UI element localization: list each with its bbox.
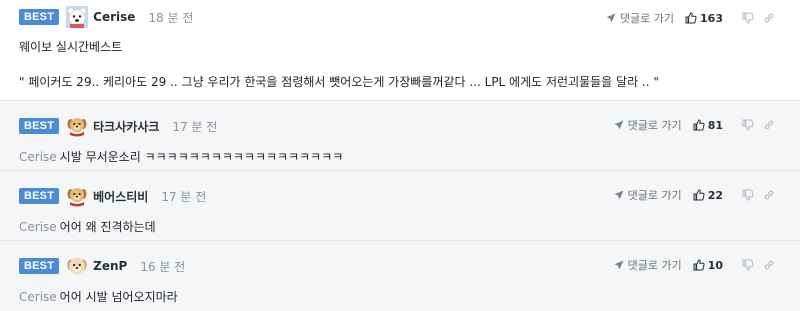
puppy-scarf-avatar[interactable] [66, 115, 88, 137]
comment-time: 16 분 전 [140, 259, 186, 274]
like-count: 163 [700, 11, 723, 25]
like-count: 81 [707, 118, 723, 132]
send-arrow-icon [606, 13, 616, 23]
best-badge: BEST [19, 9, 60, 25]
comment-text: 웨이보 실시간베스트 [19, 40, 123, 54]
dislike-button[interactable] [742, 119, 754, 131]
comment-author[interactable]: 타크사카사크 [93, 118, 159, 135]
reply-item: BEST ZenP 16 분 전 댓글로 가기 10 Cerise 어어 시발 … [0, 241, 800, 311]
puppy-avatar[interactable] [66, 255, 88, 277]
share-link-button[interactable] [763, 259, 775, 271]
reply-link-label: 댓글로 가기 [627, 119, 682, 132]
comment-actions: 댓글로 가기 163 [606, 8, 775, 28]
reply-link[interactable]: 댓글로 가기 [614, 117, 682, 133]
comment-actions: 댓글로 가기 22 [614, 185, 775, 205]
thumbs-down-icon [742, 189, 754, 201]
best-badge: BEST [19, 188, 60, 204]
mention-tag[interactable]: Cerise [19, 150, 57, 164]
best-badge: BEST [19, 118, 60, 134]
comment-time: 17 분 전 [172, 119, 218, 134]
link-icon [764, 260, 774, 270]
thumbs-up-icon [685, 12, 697, 24]
like-button[interactable]: 163 [685, 12, 723, 25]
comment-text-content: 시발 무서운소리 ㅋㅋㅋㅋㅋㅋㅋㅋㅋㅋㅋㅋㅋㅋㅋㅋㅋㅋ [59, 150, 344, 164]
thumbs-down-icon [742, 259, 754, 271]
send-arrow-icon [614, 260, 624, 270]
polar-bear-avatar[interactable] [66, 6, 89, 28]
comment-text-content: 어어 시발 넘어오지마라 [59, 290, 178, 304]
reply-item: BEST 타크사카사크 17 분 전 댓글로 가기 81 Cerise 시발 무… [0, 101, 800, 171]
thumbs-up-icon [693, 119, 705, 131]
mention-tag[interactable]: Cerise [19, 220, 57, 234]
comment-actions: 댓글로 가기 10 [614, 255, 775, 275]
thumbs-up-icon [693, 259, 705, 271]
link-icon [764, 13, 774, 23]
share-link-button[interactable] [763, 119, 775, 131]
mention-tag[interactable]: Cerise [19, 290, 57, 304]
comment-text: Cerise 어어 왜 진격하는데 [19, 218, 800, 235]
comment-time: 18 분 전 [148, 10, 194, 25]
like-count: 22 [707, 188, 723, 202]
comment-author[interactable]: 베어스티비 [93, 188, 148, 205]
comment-actions: 댓글로 가기 81 [614, 115, 775, 135]
dislike-button[interactable] [742, 189, 754, 201]
comment-text: " 페이커도 29.. 케리아도 29 .. 그냥 우리가 한국을 점령해서 뺏… [19, 75, 659, 89]
thumbs-down-icon [742, 12, 754, 24]
comment-time: 17 분 전 [161, 189, 207, 204]
comment-author[interactable]: ZenP [93, 259, 127, 273]
send-arrow-icon [614, 190, 624, 200]
reply-link-label: 댓글로 가기 [619, 12, 675, 25]
reply-link[interactable]: 댓글로 가기 [614, 187, 682, 203]
reply-link[interactable]: 댓글로 가기 [606, 10, 674, 26]
best-badge: BEST [19, 258, 60, 274]
like-count: 10 [707, 258, 723, 272]
send-arrow-icon [614, 120, 624, 130]
link-icon [764, 190, 774, 200]
like-button[interactable]: 22 [693, 189, 723, 202]
reply-link[interactable]: 댓글로 가기 [614, 257, 682, 273]
comment-text: Cerise 어어 시발 넘어오지마라 [19, 288, 800, 305]
share-link-button[interactable] [763, 189, 775, 201]
reply-link-label: 댓글로 가기 [627, 259, 682, 272]
puppy-scarf-avatar[interactable] [66, 185, 88, 207]
thumbs-down-icon [742, 119, 754, 131]
reply-item: BEST 베어스티비 17 분 전 댓글로 가기 22 Cerise 어어 왜 … [0, 171, 800, 241]
like-button[interactable]: 81 [693, 119, 723, 132]
comment-text: Cerise 시발 무서운소리 ㅋㅋㅋㅋㅋㅋㅋㅋㅋㅋㅋㅋㅋㅋㅋㅋㅋㅋ [19, 148, 800, 165]
share-link-button[interactable] [763, 12, 775, 24]
reply-link-label: 댓글로 가기 [627, 189, 682, 202]
dislike-button[interactable] [742, 12, 754, 24]
like-button[interactable]: 10 [693, 259, 723, 272]
thumbs-up-icon [693, 189, 705, 201]
comment-list: BEST Cerise 18 분 전 댓글로 가기 163 웨이보 실시간베스트… [0, 0, 800, 311]
comment-author[interactable]: Cerise [93, 10, 135, 24]
comment-text-content: 어어 왜 진격하는데 [59, 220, 156, 234]
dislike-button[interactable] [742, 259, 754, 271]
comment-item: BEST Cerise 18 분 전 댓글로 가기 163 웨이보 실시간베스트… [0, 0, 800, 101]
link-icon [764, 120, 774, 130]
